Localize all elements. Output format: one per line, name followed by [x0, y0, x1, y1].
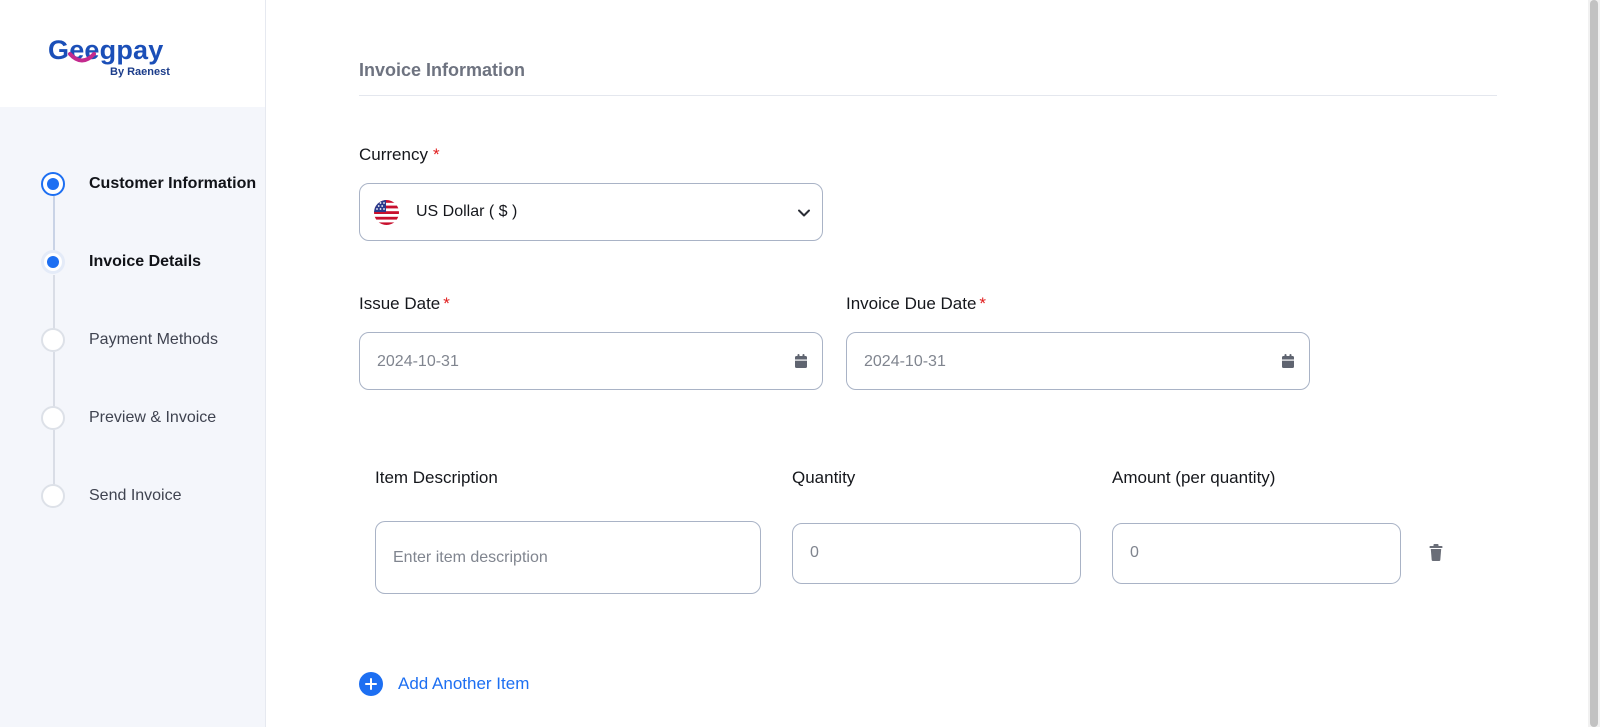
quantity-input[interactable]: 0: [792, 523, 1081, 584]
amount-placeholder: 0: [1130, 544, 1139, 561]
amount-header: Amount (per quantity): [1112, 468, 1276, 487]
brand-logo[interactable]: Geegpay By Raenest: [48, 34, 188, 84]
us-flag-icon: [374, 200, 399, 225]
sidebar: Geegpay By Raenest Customer Information …: [0, 0, 266, 727]
currency-value: US Dollar ( $ ): [416, 203, 518, 220]
issue-date-value: 2024-10-31: [377, 353, 459, 370]
item-description-header: Item Description: [375, 468, 498, 487]
step-customer-information[interactable]: Customer Information: [41, 171, 256, 197]
step-pending-indicator: [41, 328, 65, 352]
trash-icon[interactable]: [1429, 544, 1443, 561]
add-another-item-button[interactable]: Add Another Item: [359, 672, 529, 696]
due-date-input[interactable]: 2024-10-31: [846, 332, 1310, 390]
currency-label-text: Currency: [359, 145, 428, 164]
due-date-label: Invoice Due Date *: [846, 294, 986, 314]
issue-date-label: Issue Date *: [359, 294, 450, 314]
chevron-down-icon: [798, 209, 810, 217]
step-connector: [53, 275, 55, 335]
step-pending-indicator: [41, 406, 65, 430]
scrollbar-thumb[interactable]: [1590, 0, 1598, 727]
step-pending-indicator: [41, 484, 65, 508]
section-title: Invoice Information: [359, 60, 526, 80]
step-send-invoice[interactable]: Send Invoice: [41, 483, 182, 509]
issue-date-input[interactable]: 2024-10-31: [359, 332, 823, 390]
app-root: Geegpay By Raenest Customer Information …: [0, 0, 1600, 727]
currency-select[interactable]: US Dollar ( $ ): [359, 183, 823, 241]
quantity-header: Quantity: [792, 468, 856, 487]
step-label: Preview & Invoice: [89, 409, 217, 426]
required-marker: *: [979, 294, 987, 313]
required-marker: *: [432, 145, 440, 164]
add-item-label: Add Another Item: [398, 674, 530, 693]
page-scrollbar[interactable]: [1588, 0, 1600, 727]
step-connector: [53, 430, 55, 490]
step-label: Payment Methods: [89, 331, 218, 348]
add-circle-icon: [359, 672, 383, 696]
item-description-placeholder: Enter item description: [393, 549, 548, 566]
issue-date-label-text: Issue Date: [359, 294, 441, 313]
step-payment-methods[interactable]: Payment Methods: [41, 327, 218, 353]
invoice-form: Invoice Information Currency * US Dollar …: [266, 0, 1600, 727]
item-description-input[interactable]: Enter item description: [375, 521, 761, 594]
due-date-label-text: Invoice Due Date: [846, 294, 977, 313]
step-label: Customer Information: [89, 175, 257, 192]
due-date-value: 2024-10-31: [864, 353, 946, 370]
quantity-placeholder: 0: [810, 544, 819, 561]
brand-tagline: By Raenest: [110, 66, 170, 78]
calendar-icon[interactable]: [1281, 353, 1295, 369]
calendar-icon[interactable]: [794, 353, 808, 369]
required-marker: *: [443, 294, 450, 313]
step-complete-indicator: [41, 172, 65, 196]
logo-area: Geegpay By Raenest: [0, 0, 265, 107]
brand-name: Geegpay: [48, 35, 164, 65]
smile-icon: [68, 52, 96, 63]
amount-input[interactable]: 0: [1112, 523, 1401, 584]
step-connector: [53, 352, 55, 412]
section-divider: [359, 95, 1497, 96]
step-preview-invoice[interactable]: Preview & Invoice: [41, 405, 216, 431]
step-active-indicator: [41, 250, 65, 274]
step-invoice-details[interactable]: Invoice Details: [41, 249, 201, 275]
currency-label: Currency *: [359, 145, 440, 165]
step-label: Invoice Details: [89, 253, 202, 270]
step-label: Send Invoice: [89, 487, 182, 504]
